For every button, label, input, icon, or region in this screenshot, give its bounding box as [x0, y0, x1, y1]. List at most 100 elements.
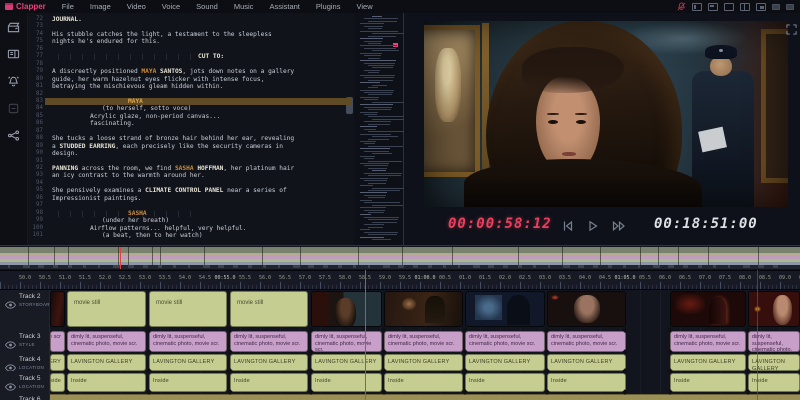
script-line: 74His stubble catches the light, a testa…: [28, 31, 354, 38]
location-cell[interactable]: Inside: [50, 373, 65, 392]
minimap-line: [368, 175, 401, 176]
visibility-eye-icon[interactable]: [5, 296, 16, 314]
line-number: 73: [28, 23, 43, 31]
menu-item-file[interactable]: File: [54, 2, 82, 11]
storyboard-thumbnail[interactable]: [748, 291, 800, 327]
minimap-line: [368, 197, 385, 198]
layout-save-icon[interactable]: [756, 3, 766, 11]
menu-item-plugins[interactable]: Plugins: [308, 2, 349, 11]
storyboard-cell[interactable]: movie still: [149, 291, 227, 327]
layout-plain-icon[interactable]: [724, 3, 734, 11]
track-header-5[interactable]: Track 5LOCATION: [0, 373, 50, 392]
style-cell[interactable]: dimly lit, suspenseful, cinematic photo,…: [748, 331, 800, 352]
minimap-line: [368, 43, 381, 44]
style-cell[interactable]: dimly lit, suspenseful, cinematic photo,…: [230, 331, 308, 352]
storyboard-thumbnail[interactable]: [50, 291, 65, 327]
menu-item-image[interactable]: Image: [82, 2, 119, 11]
track-header-3[interactable]: Track 3STYLE: [0, 331, 50, 352]
menu-item-sound[interactable]: Sound: [188, 2, 226, 11]
style-cell[interactable]: dimly lit, suspenseful, cinematic photo,…: [149, 331, 227, 352]
menu-item-video[interactable]: Video: [119, 2, 154, 11]
screenplay-panel-icon[interactable]: [7, 47, 21, 61]
location-cell[interactable]: LAVINGTON GALLERY: [465, 354, 545, 371]
storyboard-thumbnail[interactable]: [384, 291, 463, 327]
timeline-playhead[interactable]: [365, 270, 366, 400]
track-header-4[interactable]: Track 4LOCATION: [0, 354, 50, 371]
fullscreen-icon[interactable]: [786, 22, 797, 33]
overview-playhead[interactable]: [120, 247, 121, 269]
ruler-label: 54.5: [199, 275, 211, 281]
location-cell[interactable]: LAVINGTON GALLERY: [149, 354, 227, 371]
layout-split-icon[interactable]: [740, 3, 750, 11]
storyboard-thumbnail[interactable]: [465, 291, 545, 327]
visibility-eye-icon[interactable]: [5, 336, 16, 352]
location-cell[interactable]: Inside: [230, 373, 308, 392]
storyboard-cell[interactable]: movie still: [230, 291, 308, 327]
menu-item-voice[interactable]: Voice: [154, 2, 188, 11]
storyboard-thumbnail[interactable]: [311, 291, 382, 327]
style-cell[interactable]: dimly lit, suspenseful, cinematic photo,…: [311, 331, 382, 352]
app-logo[interactable]: Clapper: [5, 2, 46, 11]
location-cell[interactable]: LAVINGTON GALLERY: [67, 354, 146, 371]
fast-forward-button[interactable]: [612, 219, 624, 231]
location-cell[interactable]: LAVINGTON GALLERY: [230, 354, 308, 371]
overview-dash: [398, 265, 404, 268]
location-cell[interactable]: LAVINGTON GALLERY: [547, 354, 626, 371]
editor-minimap[interactable]: [354, 13, 404, 245]
skip-start-button[interactable]: [562, 219, 574, 231]
bell-icon[interactable]: [7, 74, 21, 88]
script-line: 89a STUDDED EARRING, each precisely like…: [28, 143, 354, 150]
mute-icon[interactable]: [677, 2, 686, 11]
node-graph-icon[interactable]: [7, 128, 21, 142]
visibility-eye-icon[interactable]: [5, 359, 16, 371]
track-6-clip-strip[interactable]: [50, 394, 800, 400]
minimap-line: [368, 190, 400, 191]
style-cell[interactable]: dimly lit, suspenseful, cinematic photo,…: [50, 331, 65, 352]
storyboard-thumbnail[interactable]: [670, 291, 746, 327]
style-cell[interactable]: dimly lit, suspenseful, cinematic photo,…: [465, 331, 545, 352]
minimap-line: [368, 36, 396, 37]
storyboard-cell[interactable]: movie still: [67, 291, 146, 327]
timeline-ruler[interactable]: 50.050.551.051.552.052.553.053.554.054.5…: [0, 270, 800, 290]
location-cell[interactable]: LAVINGTON GALLERY: [384, 354, 463, 371]
line-number: 88: [28, 135, 43, 143]
track-header-6[interactable]: Track 6: [0, 394, 50, 400]
window-small-icon[interactable]: [772, 4, 780, 10]
play-button[interactable]: [587, 219, 599, 231]
frame-icon[interactable]: [7, 101, 21, 115]
menu-item-music[interactable]: Music: [226, 2, 262, 11]
layout-left-icon[interactable]: [692, 3, 702, 11]
location-cell[interactable]: Inside: [547, 373, 626, 392]
minimap-line: [372, 67, 393, 68]
timeline-marker[interactable]: [757, 270, 758, 400]
location-cell[interactable]: LAVINGTON GALLERY: [670, 354, 746, 371]
track-header-2[interactable]: Track 2STORYBOARD: [0, 291, 50, 327]
style-cell[interactable]: dimly lit, suspenseful, cinematic photo,…: [67, 331, 146, 352]
storyboard-thumbnail[interactable]: [547, 291, 626, 327]
minimap-line: [364, 158, 374, 159]
location-cell[interactable]: LAVINGTON GALLERY: [311, 354, 382, 371]
overview-clip-line: [600, 247, 601, 265]
location-cell[interactable]: LAVINGTON GALLERY: [748, 354, 800, 371]
style-cell[interactable]: dimly lit, suspenseful, cinematic photo,…: [384, 331, 463, 352]
timeline: 50.050.551.051.552.052.553.053.554.054.5…: [0, 245, 800, 400]
style-cell[interactable]: dimly lit, suspenseful, cinematic photo,…: [547, 331, 626, 352]
location-cell[interactable]: Inside: [67, 373, 146, 392]
clapper-edit-icon[interactable]: [7, 20, 21, 34]
video-frame[interactable]: [424, 21, 788, 207]
location-cell[interactable]: Inside: [465, 373, 545, 392]
window-small-2-icon[interactable]: [786, 4, 794, 10]
style-cell[interactable]: dimly lit, suspenseful, cinematic photo,…: [670, 331, 746, 352]
location-cell[interactable]: Inside: [149, 373, 227, 392]
screenplay-editor[interactable]: 72JOURNAL.7374His stubble catches the li…: [28, 13, 354, 245]
layout-top-icon[interactable]: [708, 3, 718, 11]
location-cell[interactable]: Inside: [670, 373, 746, 392]
location-cell[interactable]: Inside: [311, 373, 382, 392]
location-cell[interactable]: LAVINGTON GALLERY: [50, 354, 65, 371]
location-cell[interactable]: Inside: [384, 373, 463, 392]
menu-item-view[interactable]: View: [348, 2, 380, 11]
menu-item-assistant[interactable]: Assistant: [261, 2, 307, 11]
visibility-eye-icon[interactable]: [5, 378, 16, 392]
location-cell[interactable]: Inside: [748, 373, 800, 392]
timeline-overview[interactable]: [0, 247, 800, 269]
